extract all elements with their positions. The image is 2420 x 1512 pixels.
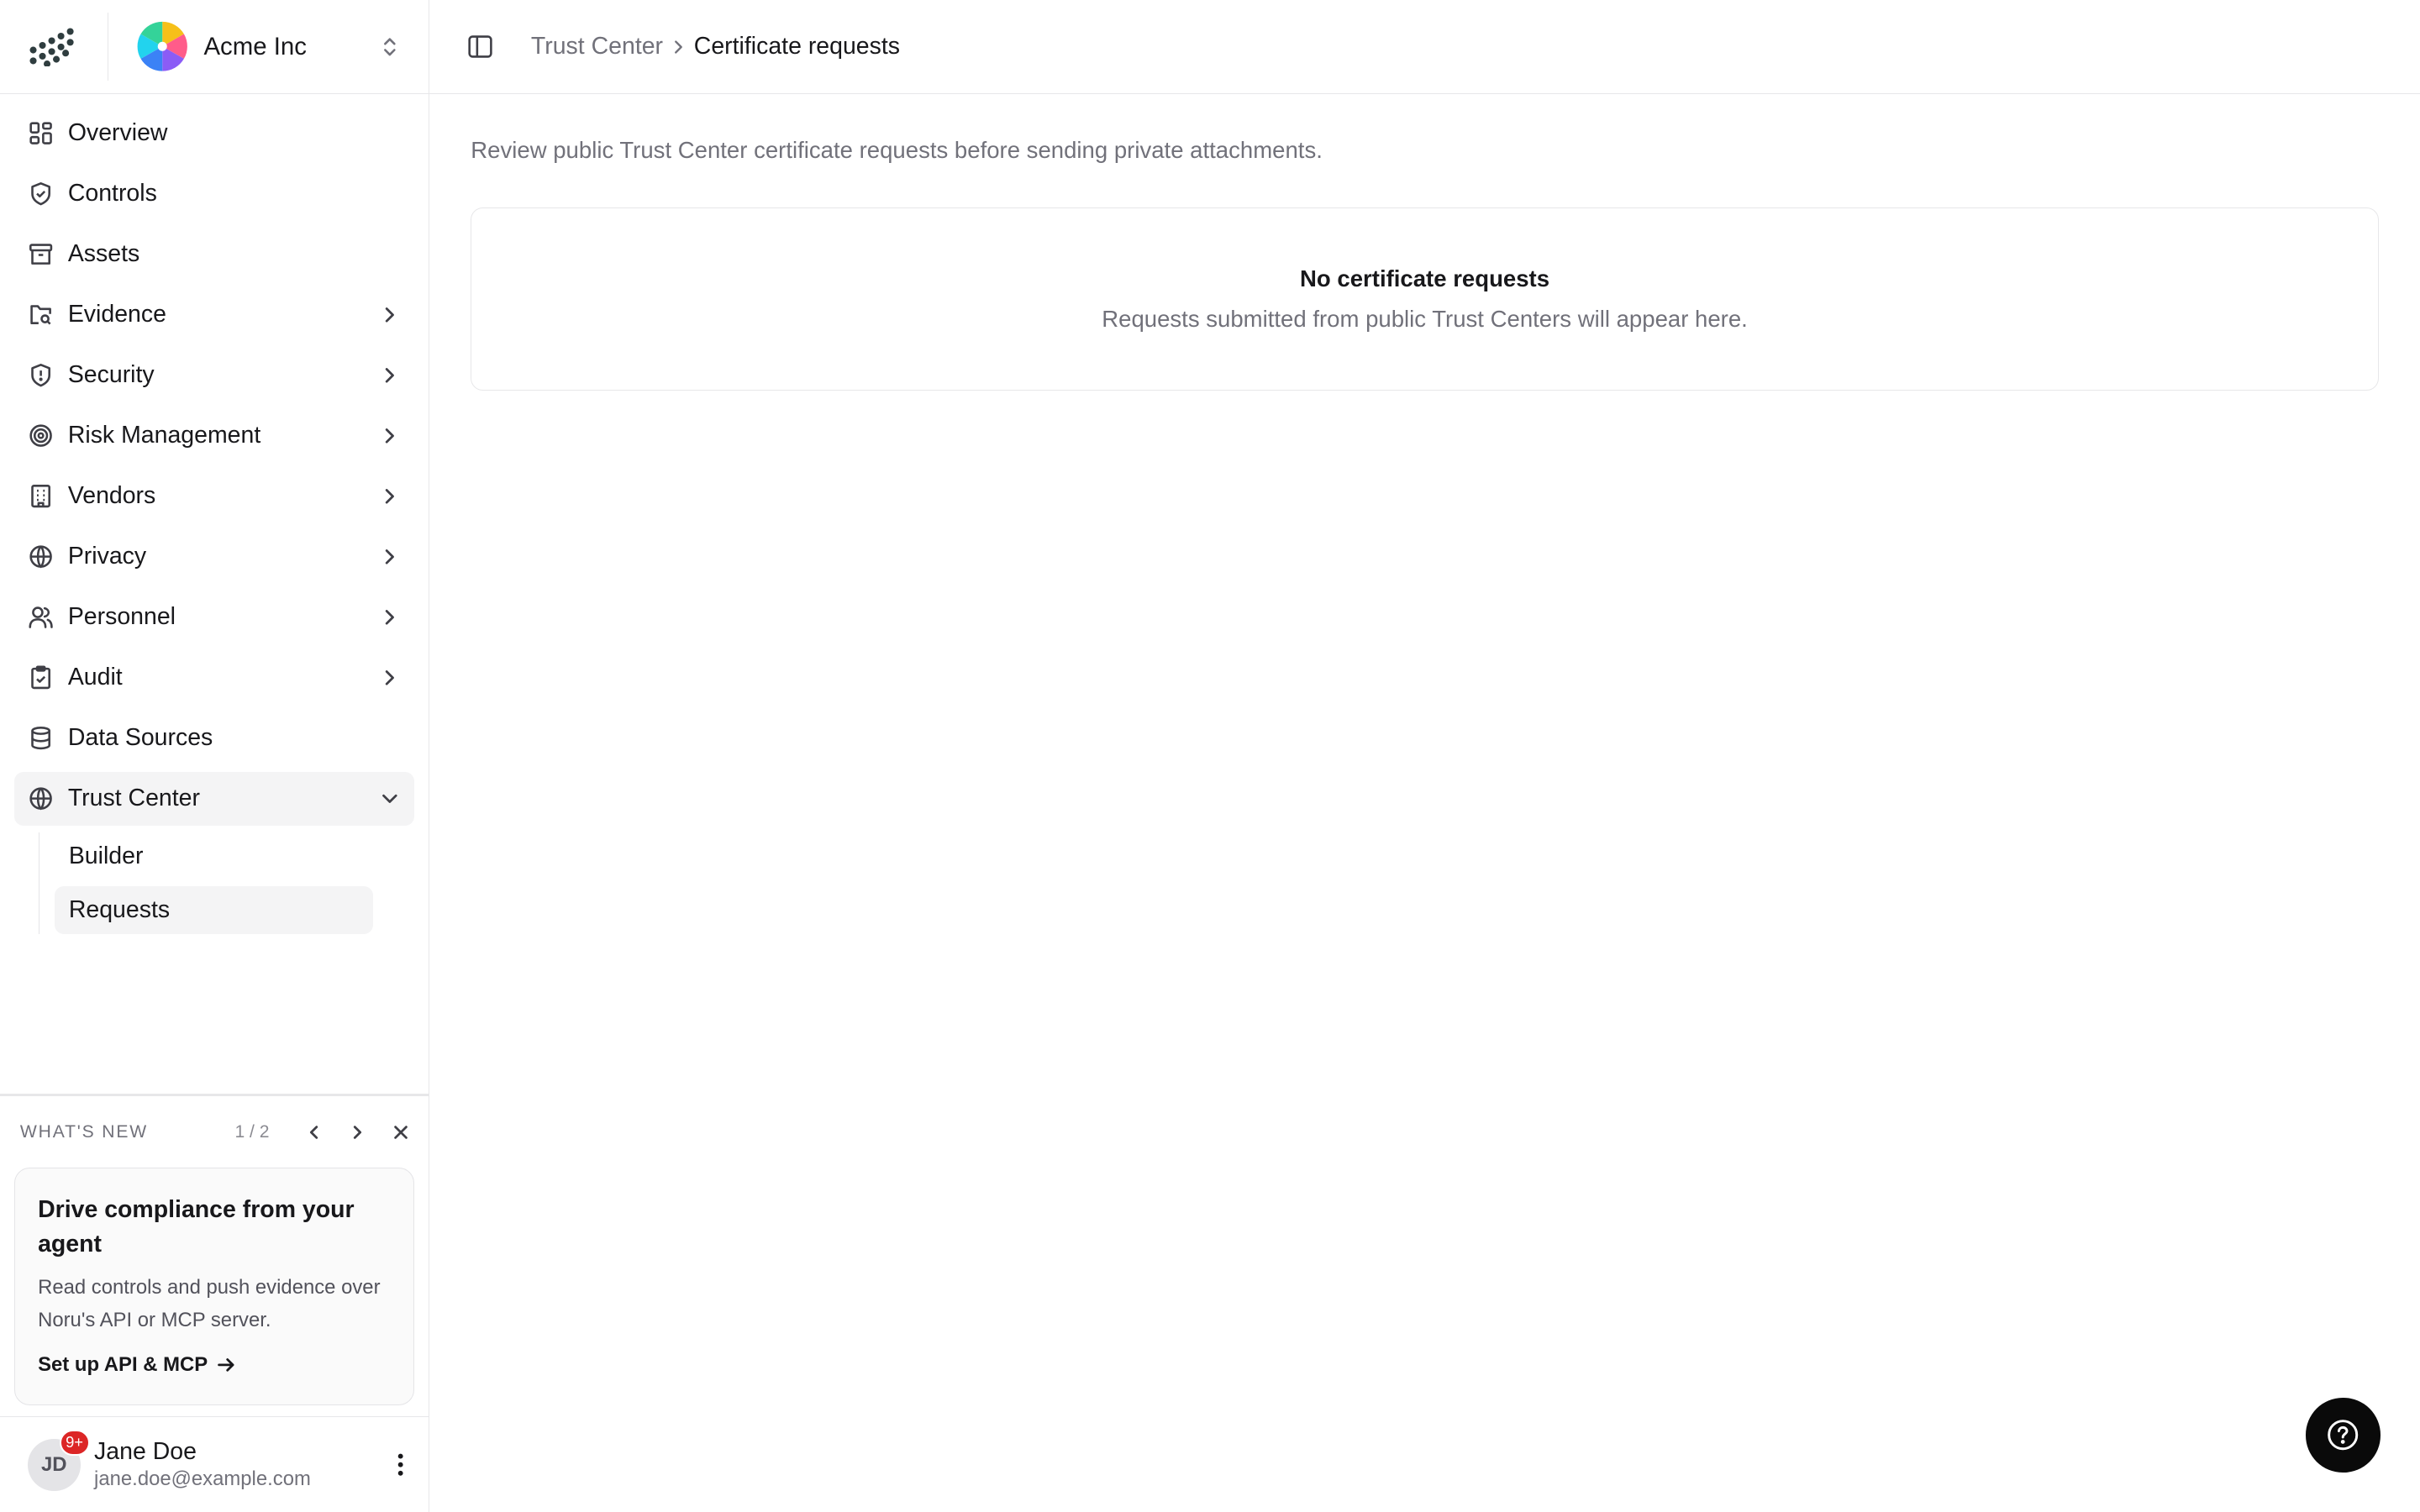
sidebar-item-label: Data Sources: [67, 724, 213, 752]
whats-new-card-body: Read controls and push evidence over Nor…: [38, 1275, 381, 1331]
shield-check-icon: [31, 182, 51, 206]
page-description: Review public Trust Center certificate r…: [471, 137, 1323, 164]
clipboard-check-icon: [31, 665, 51, 690]
sidebar-item-label: Controls: [67, 180, 157, 207]
globe-lock-icon: [29, 545, 52, 569]
chevron-right-icon: [385, 549, 394, 564]
org-name: Acme Inc: [203, 32, 307, 60]
sidebar-item-label: Overview: [67, 119, 168, 147]
topbar: Trust Center Certificate requests: [429, 0, 2420, 95]
user-info: Jane Doe jane.doe@example.com: [94, 1438, 373, 1491]
dots-logo-icon: [29, 28, 75, 67]
org-logo-icon: [137, 22, 187, 71]
grid-icon: [29, 122, 52, 145]
sidebar-item-security[interactable]: Security: [14, 349, 415, 402]
more-vertical-icon: [397, 1453, 403, 1476]
setup-api-link-label: Set up API & MCP: [38, 1353, 208, 1377]
avatar-initials: JD: [41, 1452, 67, 1476]
chevron-right-icon: [385, 307, 394, 323]
sidebar-item-label: Security: [67, 361, 155, 389]
sidebar-item-risk-management[interactable]: Risk Management: [14, 409, 415, 463]
whats-new-heading: WHAT'S NEW: [19, 1121, 149, 1142]
org-switcher[interactable]: Acme Inc: [108, 0, 429, 94]
arrow-right-icon: [218, 1358, 234, 1373]
whats-new-pager: 1 / 2: [234, 1121, 270, 1142]
empty-state-subtitle: Requests submitted from public Trust Cen…: [1102, 306, 1748, 333]
trust-center-subnav: Builder Requests: [38, 832, 414, 934]
archive-icon: [29, 244, 53, 265]
sidebar-item-vendors[interactable]: Vendors: [14, 470, 415, 523]
sidebar-item-audit[interactable]: Audit: [14, 651, 415, 705]
sidebar-item-overview[interactable]: Overview: [14, 107, 415, 160]
sidebar-item-personnel[interactable]: Personnel: [14, 591, 415, 644]
main-content: Trust Center Certificate requests Review…: [429, 0, 2420, 1512]
empty-state-title: No certificate requests: [1300, 265, 1550, 291]
users-icon: [29, 606, 53, 628]
sidebar-toggle-icon[interactable]: [466, 33, 494, 60]
sidebar-item-label: Assets: [67, 240, 140, 268]
sidebar-subitem-requests[interactable]: Requests: [55, 885, 373, 934]
sidebar-subitem-builder[interactable]: Builder: [55, 832, 372, 880]
chevron-right-icon: [675, 39, 683, 54]
whats-new-header: WHAT'S NEW 1 / 2: [14, 1096, 415, 1168]
user-menu-button[interactable]: [373, 1452, 429, 1477]
whats-new-card-title: Drive compliance from your agent: [38, 1196, 355, 1257]
sidebar-item-label: Privacy: [67, 543, 147, 570]
sidebar-item-label: Vendors: [67, 482, 156, 510]
whats-new-close-button[interactable]: [387, 1118, 414, 1146]
setup-api-link[interactable]: Set up API & MCP: [38, 1353, 391, 1377]
shield-alert-icon: [31, 364, 51, 387]
empty-state-card: No certificate requests Requests submitt…: [471, 207, 2379, 391]
sidebar-item-evidence[interactable]: Evidence: [14, 288, 415, 342]
chevrons-up-down-icon: [383, 38, 396, 55]
sidebar-item-privacy[interactable]: Privacy: [14, 530, 415, 584]
whats-new-card: Drive compliance from your agent Read co…: [13, 1167, 415, 1405]
whats-new-next-button[interactable]: [344, 1118, 371, 1146]
sidebar-item-label: Risk Management: [67, 422, 261, 449]
sidebar-header: Acme Inc: [0, 0, 429, 95]
sidebar-item-controls[interactable]: Controls: [14, 167, 415, 221]
notification-badge: 9+: [59, 1429, 90, 1456]
database-icon: [31, 727, 51, 750]
chevron-right-icon: [385, 610, 394, 625]
breadcrumb: Trust Center Certificate requests: [531, 33, 900, 60]
sidebar-item-label: Trust Center: [67, 785, 200, 812]
sidebar-item-data-sources[interactable]: Data Sources: [14, 711, 415, 765]
help-button[interactable]: [2306, 1398, 2381, 1473]
sidebar-item-label: Audit: [67, 664, 123, 691]
close-icon: [393, 1125, 408, 1139]
breadcrumb-trust-center[interactable]: Trust Center: [531, 33, 663, 60]
folder-search-icon: [30, 305, 51, 325]
sidebar: Acme Inc Overview Controls Assets Eviden…: [0, 0, 429, 1512]
globe-icon: [29, 787, 52, 811]
chevron-left-icon: [309, 1125, 318, 1139]
whats-new-panel: WHAT'S NEW 1 / 2 Drive compliance from y…: [0, 1094, 429, 1405]
help-circle-icon: [2328, 1420, 2359, 1451]
target-icon: [29, 424, 52, 448]
chevron-right-icon: [385, 670, 394, 685]
avatar: JD 9+: [28, 1429, 90, 1492]
chevron-right-icon: [385, 368, 394, 383]
sidebar-nav: Overview Controls Assets Evidence Securi…: [0, 94, 429, 940]
chevron-down-icon: [382, 794, 397, 803]
user-bar[interactable]: JD 9+ Jane Doe jane.doe@example.com: [0, 1416, 429, 1512]
sidebar-item-label: Evidence: [67, 301, 166, 328]
user-name: Jane Doe: [94, 1438, 197, 1466]
page-title: Certificate requests: [693, 33, 901, 60]
user-email: jane.doe@example.com: [94, 1467, 311, 1491]
app-logo[interactable]: [0, 13, 108, 81]
building-icon: [31, 485, 51, 508]
page-content: Review public Trust Center certificate r…: [429, 94, 2420, 391]
sidebar-item-label: Personnel: [67, 603, 176, 631]
whats-new-prev-button[interactable]: [300, 1118, 328, 1146]
chevron-right-icon: [385, 489, 394, 504]
chevron-right-icon: [385, 428, 394, 444]
chevron-right-icon: [354, 1125, 362, 1139]
sidebar-item-trust-center[interactable]: Trust Center: [13, 771, 415, 826]
sidebar-item-assets[interactable]: Assets: [14, 228, 415, 281]
